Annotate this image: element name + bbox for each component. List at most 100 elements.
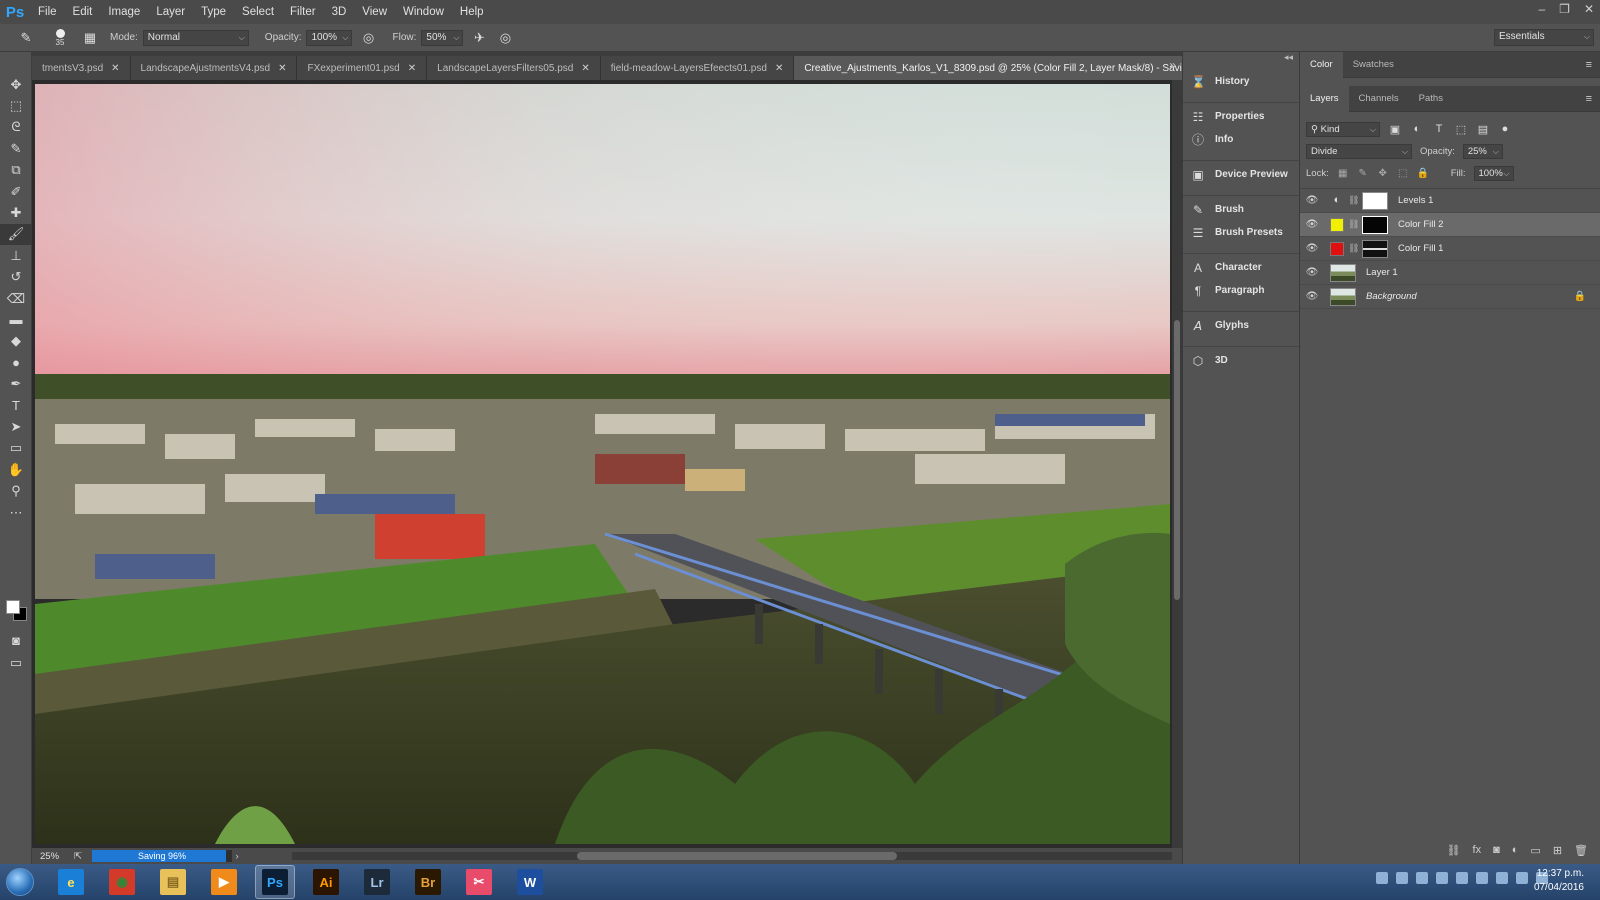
close-tab-icon[interactable]: ✕	[278, 63, 286, 74]
new-layer-icon[interactable]: ⊞	[1553, 844, 1562, 857]
eye-icon[interactable]: 👁	[1300, 195, 1324, 206]
more-tools[interactable]: ⋯	[0, 502, 32, 523]
panel-button-brush[interactable]: ✎ Brush	[1183, 198, 1299, 221]
start-button[interactable]	[0, 864, 40, 900]
taskbar-app-button[interactable]: W	[510, 865, 550, 899]
link-layers-icon[interactable]: ⛓	[1447, 844, 1461, 857]
layer-row[interactable]: 👁 ⛓ Color Fill 2	[1300, 213, 1600, 237]
tab-color[interactable]: Color	[1300, 51, 1343, 78]
fill-field[interactable]: 100% ⌵	[1473, 165, 1514, 181]
lock-all-icon[interactable]: 🔒	[1417, 168, 1429, 179]
horizontal-scrollbar[interactable]	[292, 852, 1172, 860]
delete-layer-icon[interactable]: 🗑	[1574, 844, 1588, 857]
taskbar-app-button[interactable]: ◉	[102, 865, 142, 899]
taskbar-app-button[interactable]: e	[51, 865, 91, 899]
network-icon[interactable]	[1396, 872, 1408, 884]
layer-row[interactable]: 👁 Layer 1	[1300, 261, 1600, 285]
document-tab[interactable]: tmentsV3.psd ✕	[32, 56, 131, 80]
volume-icon[interactable]	[1476, 872, 1488, 884]
type-tool[interactable]: T	[0, 395, 32, 416]
minimize-icon[interactable]: –	[1538, 0, 1545, 18]
taskbar-app-button[interactable]: ✂	[459, 865, 499, 899]
brush-panel-toggle-icon[interactable]: ▦	[80, 28, 100, 48]
filter-type-icon[interactable]: T	[1432, 123, 1446, 135]
collapse-dock-icon[interactable]: ◂◂	[1183, 52, 1299, 70]
pressure-opacity-icon[interactable]: ◎	[358, 28, 378, 48]
eye-icon[interactable]: 👁	[1300, 219, 1324, 230]
marquee-tool[interactable]: ⬚	[0, 95, 32, 116]
pen-tool[interactable]: ✒	[0, 373, 32, 394]
lock-artboard-icon[interactable]: ⬚	[1397, 168, 1409, 179]
rectangle-tool[interactable]: ▭	[0, 438, 32, 459]
hand-tool[interactable]: ✋	[0, 459, 32, 480]
menu-image[interactable]: Image	[100, 0, 148, 24]
quick-select-tool[interactable]: ✎	[0, 138, 32, 159]
lock-image-icon[interactable]: ✎	[1357, 168, 1369, 179]
menu-layer[interactable]: Layer	[148, 0, 193, 24]
panel-button-character[interactable]: A Character	[1183, 256, 1299, 279]
layer-opacity-field[interactable]: 25% ⌵	[1462, 143, 1503, 159]
close-icon[interactable]: ✕	[1584, 0, 1594, 18]
share-icon[interactable]: ⇱	[74, 851, 82, 862]
panel-button-paragraph[interactable]: ¶ Paragraph	[1183, 279, 1299, 302]
blur-tool[interactable]: ◆	[0, 331, 32, 352]
show-desktop-icon[interactable]	[1376, 872, 1388, 884]
document-tab[interactable]: LandscapeAjustmentsV4.psd ✕	[130, 56, 298, 80]
dodge-tool[interactable]: ●	[0, 352, 32, 373]
eye-icon[interactable]: 👁	[1300, 291, 1324, 302]
flow-field[interactable]: 50% ⌵	[421, 29, 464, 46]
quick-mask-icon[interactable]: ◙	[0, 630, 32, 651]
tab-layers[interactable]: Layers	[1300, 85, 1349, 112]
lock-transparent-icon[interactable]: ▦	[1337, 168, 1349, 179]
layer-mask-thumbnail[interactable]	[1362, 191, 1388, 210]
menu-filter[interactable]: Filter	[282, 0, 324, 24]
link-icon[interactable]: ⛓	[1348, 195, 1359, 206]
fx-icon[interactable]: fx	[1473, 844, 1482, 856]
panel-button-properties[interactable]: ☷ Properties	[1183, 105, 1299, 128]
panel-button-glyphs[interactable]: 𝘈 Glyphs	[1183, 314, 1299, 337]
filter-shape-icon[interactable]: ⬚	[1454, 123, 1468, 136]
panel-button-brush-presets[interactable]: ☰ Brush Presets	[1183, 221, 1299, 244]
link-icon[interactable]: ⛓	[1348, 243, 1359, 254]
display-icon[interactable]	[1496, 872, 1508, 884]
filter-smart-object-icon[interactable]: ▤	[1476, 123, 1490, 136]
document-tab[interactable]: Creative_Ajustments_Karlos_V1_8309.psd @…	[794, 56, 1182, 80]
taskbar-app-button[interactable]: ▤	[153, 865, 193, 899]
filter-adjustment-icon[interactable]: ◐	[1410, 123, 1424, 135]
zoom-level[interactable]: 25%	[32, 851, 74, 862]
document-tab[interactable]: field-meadow-LayersEfeects01.psd ✕	[600, 56, 795, 80]
battery-icon[interactable]	[1516, 872, 1528, 884]
panel-menu-icon[interactable]: ≡	[1586, 86, 1592, 112]
eye-icon[interactable]: 👁	[1300, 267, 1324, 278]
panel-button-history[interactable]: ⌛ History	[1183, 70, 1299, 93]
path-select-tool[interactable]: ➤	[0, 416, 32, 437]
layer-row[interactable]: 👁 ⛓ Color Fill 1	[1300, 237, 1600, 261]
layer-row[interactable]: 👁 ◐ ⛓ Levels 1	[1300, 189, 1600, 213]
close-tab-icon[interactable]: ✕	[408, 63, 416, 74]
filter-pixel-icon[interactable]: ▣	[1388, 123, 1402, 136]
filter-toggle-icon[interactable]: ●	[1498, 123, 1512, 135]
layer-row[interactable]: 👁 Background 🔒	[1300, 285, 1600, 309]
menu-view[interactable]: View	[354, 0, 395, 24]
vertical-scrollbar-thumb[interactable]	[1174, 320, 1180, 600]
menu-window[interactable]: Window	[395, 0, 452, 24]
menu-help[interactable]: Help	[452, 0, 492, 24]
taskbar-app-button[interactable]: Ai	[306, 865, 346, 899]
close-tab-icon[interactable]: ✕	[111, 63, 119, 74]
mode-select[interactable]: Normal ⌵	[142, 29, 249, 46]
restore-icon[interactable]: ❐	[1559, 0, 1570, 18]
lasso-tool[interactable]: ᘓ	[0, 117, 32, 138]
close-tab-icon[interactable]: ✕	[775, 63, 783, 74]
horizontal-scrollbar-thumb[interactable]	[577, 852, 897, 860]
eye-icon[interactable]: 👁	[1300, 243, 1324, 254]
foreground-color-swatch[interactable]	[6, 600, 20, 614]
eyedropper-tool[interactable]: ✐	[0, 181, 32, 202]
brush-size-picker[interactable]: 35	[50, 28, 70, 47]
tab-channels[interactable]: Channels	[1349, 86, 1409, 112]
taskbar-app-button[interactable]: Ps	[255, 865, 295, 899]
menu-select[interactable]: Select	[234, 0, 282, 24]
airbrush-icon[interactable]: ✈	[469, 28, 489, 48]
layer-mask-thumbnail[interactable]	[1362, 215, 1388, 234]
menu-edit[interactable]: Edit	[65, 0, 101, 24]
document-canvas-image[interactable]	[35, 84, 1170, 844]
